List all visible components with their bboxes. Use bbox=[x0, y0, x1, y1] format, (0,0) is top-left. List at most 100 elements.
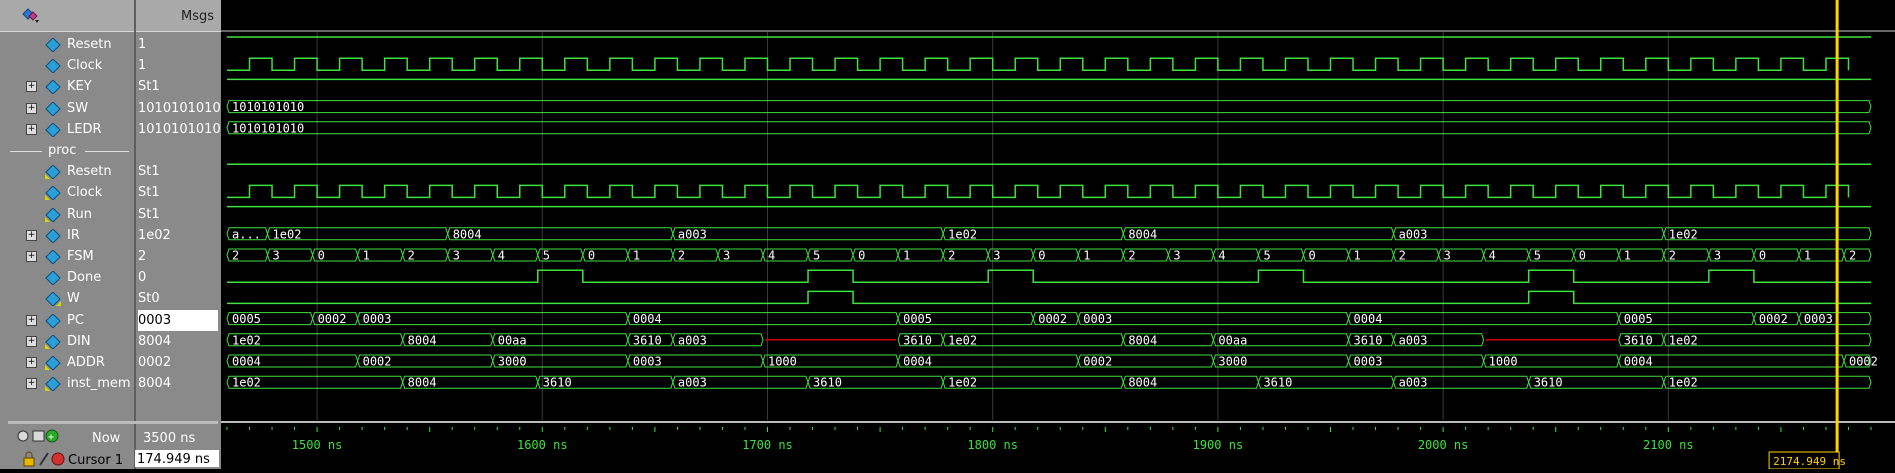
signal-name: Run bbox=[67, 206, 92, 222]
expand-icon[interactable]: + bbox=[26, 102, 37, 114]
signal-value-text: 0003 bbox=[138, 312, 172, 328]
signal-name: ADDR bbox=[67, 355, 105, 370]
output-port-icon bbox=[45, 292, 61, 307]
signal-value-text: 1 bbox=[138, 58, 147, 74]
cursor-row[interactable]: Cursor 1 174.949 ns bbox=[0, 447, 220, 469]
signal-icon bbox=[45, 122, 61, 137]
wave-inst-mem-value: 8004 bbox=[1128, 376, 1157, 390]
wave-tool-icon[interactable] bbox=[22, 8, 40, 24]
signal-name: KEY bbox=[67, 79, 92, 95]
wave-ir-segment bbox=[1393, 227, 1665, 241]
wave-pc-segment bbox=[1347, 312, 1620, 326]
signal-row-done[interactable]: Done bbox=[0, 267, 134, 288]
signal-value-text: 1 bbox=[138, 37, 147, 52]
time-tick-label: 1700 ns bbox=[742, 438, 793, 452]
waveform-pane[interactable]: 1500 ns 1600 ns 1700 ns 1800 ns 1900 ns 2000 … bbox=[221, 0, 1895, 470]
signal-row-key[interactable]: + KEY bbox=[0, 76, 134, 97]
wave-ir-value: a... bbox=[232, 227, 261, 241]
names-header bbox=[0, 0, 134, 32]
wave-pc-segment bbox=[627, 312, 899, 326]
signal-name: IR bbox=[67, 227, 80, 243]
wave-inst-mem-value: 1e02 bbox=[1669, 376, 1698, 390]
expand-icon[interactable]: + bbox=[26, 378, 37, 390]
signal-row-addr[interactable]: + ADDR bbox=[0, 352, 134, 373]
expand-icon[interactable]: + bbox=[26, 229, 37, 241]
wave-pc-value: 0004 bbox=[633, 312, 662, 326]
wave-fsm-value: 0 bbox=[318, 249, 325, 263]
signal-row-inst-mem[interactable]: + inst_mem bbox=[0, 373, 134, 394]
expand-icon[interactable]: + bbox=[26, 251, 37, 262]
wave-fsm-value: 2 bbox=[1849, 249, 1856, 263]
wave-fsm-value: 2 bbox=[678, 249, 685, 263]
cursor-value: 174.949 ns bbox=[137, 452, 210, 467]
cursor-lock-icon[interactable] bbox=[22, 451, 66, 467]
wave-ir-value: a003 bbox=[678, 227, 707, 241]
wave-header-bar bbox=[221, 0, 1895, 31]
cursor-time-label: 2174.949 ns bbox=[1773, 455, 1846, 468]
wave-ir-segment bbox=[672, 227, 944, 241]
signal-row-clock[interactable]: Clock bbox=[0, 182, 134, 203]
signal-value-text: 8004 bbox=[138, 333, 172, 349]
wave-pc-value: 0003 bbox=[363, 312, 392, 326]
signal-icon bbox=[45, 250, 61, 264]
wave-fsm-value: 2 bbox=[408, 249, 415, 263]
signal-row-resetn[interactable]: Resetn bbox=[0, 34, 134, 55]
wave-fsm-value: 1 bbox=[1624, 249, 1631, 263]
wave-fsm-value: 2 bbox=[232, 249, 239, 263]
signal-value-ir: 1e02 bbox=[138, 225, 218, 246]
wave-ir-value: 8004 bbox=[453, 227, 482, 241]
signal-value-resetn: St1 bbox=[138, 161, 218, 182]
footer-divider bbox=[8, 421, 218, 424]
signal-row-ledr[interactable]: + LEDR bbox=[0, 119, 134, 140]
wave-addr-value: 0003 bbox=[1354, 355, 1383, 369]
signal-row-sw[interactable]: + SW bbox=[0, 98, 134, 119]
cursor-label: Cursor 1 bbox=[68, 453, 124, 468]
expand-icon[interactable]: + bbox=[26, 357, 37, 368]
wave-din-value: a003 bbox=[678, 333, 707, 347]
signal-row-resetn[interactable]: Resetn bbox=[0, 161, 134, 182]
signal-row-ir[interactable]: + IR bbox=[0, 225, 134, 246]
wave-addr-value: 0004 bbox=[232, 355, 261, 369]
wave-ir-value: 1e02 bbox=[948, 227, 977, 241]
expand-icon[interactable]: + bbox=[26, 123, 37, 135]
group-divider-proc: proc bbox=[10, 143, 130, 158]
wave-fsm-value: 1 bbox=[1804, 249, 1811, 263]
now-value: 3500 ns bbox=[143, 431, 196, 446]
expand-icon[interactable]: + bbox=[26, 335, 37, 347]
cursor-value-field[interactable]: 174.949 ns bbox=[135, 450, 219, 467]
wave-din-value: 3610 bbox=[903, 333, 932, 347]
signal-value-text: St1 bbox=[138, 206, 160, 222]
wave-pc-segment bbox=[1077, 312, 1350, 326]
wave-pc-value: 0005 bbox=[232, 312, 261, 326]
expand-icon[interactable]: + bbox=[26, 314, 37, 326]
signal-value-text: St1 bbox=[138, 79, 160, 95]
values-header-label: Msgs bbox=[180, 9, 214, 24]
wave-din-value: 1e02 bbox=[1669, 333, 1698, 347]
time-tick-label: 2100 ns bbox=[1643, 438, 1694, 452]
input-port-icon bbox=[45, 207, 61, 222]
signal-row-w[interactable]: W bbox=[0, 288, 134, 309]
signal-row-din[interactable]: + DIN bbox=[0, 331, 134, 352]
signal-value-fsm: 2 bbox=[138, 246, 218, 267]
wave-fsm-value: 1 bbox=[903, 249, 910, 263]
wave-din-value: 3610 bbox=[633, 333, 662, 347]
expand-icon[interactable]: + bbox=[26, 81, 37, 93]
wave-din-value: 1e02 bbox=[948, 333, 977, 347]
wave-pc-value: 0003 bbox=[1083, 312, 1112, 326]
wave-fsm-value: 2 bbox=[1128, 249, 1135, 263]
signal-name: LEDR bbox=[67, 121, 102, 137]
wave-pc-value: 0005 bbox=[1624, 312, 1653, 326]
wave-fsm-value: 4 bbox=[1489, 249, 1496, 263]
wave-inst-mem-value: 3610 bbox=[1263, 376, 1292, 390]
input-port-icon bbox=[45, 334, 61, 349]
waveform-canvas[interactable]: 1500 ns 1600 ns 1700 ns 1800 ns 1900 ns 2000 … bbox=[221, 0, 1895, 470]
signal-row-fsm[interactable]: + FSM bbox=[0, 246, 134, 267]
signal-row-clock[interactable]: Clock bbox=[0, 55, 134, 76]
wave-inst-mem-value: 1e02 bbox=[232, 376, 261, 390]
signal-value-sw: 1010101010 bbox=[138, 98, 221, 119]
wave-addr-value: 0003 bbox=[633, 355, 662, 369]
signal-row-pc[interactable]: + PC bbox=[0, 310, 134, 331]
signal-row-run[interactable]: Run bbox=[0, 204, 134, 225]
zoom-tools-icon[interactable]: + bbox=[16, 428, 62, 444]
signal-name: inst_mem bbox=[67, 376, 131, 392]
